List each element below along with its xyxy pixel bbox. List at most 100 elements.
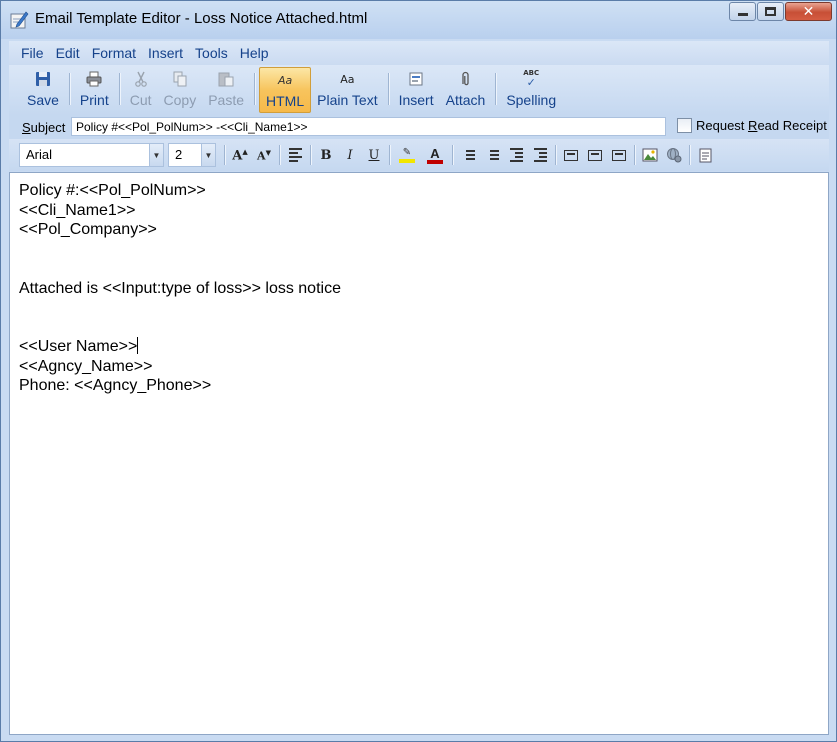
decrease-indent-icon [509, 148, 523, 162]
toolbar-separator [387, 73, 389, 105]
html-mode-button[interactable]: Aa HTML [259, 67, 312, 113]
read-receipt-label-pre: Request [696, 118, 749, 133]
numbered-list-icon [462, 150, 475, 160]
shrink-font-button[interactable]: A▼ [253, 144, 275, 166]
paste-label: Paste [208, 92, 245, 108]
dropdown-arrow-icon[interactable]: ▼ [201, 144, 215, 166]
attach-label: Attach [445, 92, 486, 108]
menu-file[interactable]: File [9, 41, 50, 65]
toolbar-separator [495, 73, 497, 105]
format-separator [389, 145, 390, 165]
minimize-button[interactable] [729, 2, 756, 21]
document-source-icon [699, 148, 711, 162]
subject-label-accesskey: S [22, 120, 31, 135]
floppy-disk-icon [35, 72, 50, 86]
cut-button[interactable]: Cut [124, 67, 158, 113]
font-size-select[interactable]: 2 ▼ [168, 143, 216, 167]
body-line: <<User Name>> [19, 338, 138, 355]
align-center-icon [588, 149, 602, 161]
insert-field-icon [409, 72, 423, 86]
scissors-icon [134, 71, 147, 87]
toolbar-separator [118, 73, 120, 105]
save-label: Save [27, 92, 59, 108]
highlight-color-swatch [399, 159, 415, 163]
message-body-editor[interactable]: Policy #:<<Pol_PolNum>> <<Cli_Name1>> <<… [9, 172, 829, 735]
format-separator [224, 145, 225, 165]
read-receipt-checkbox[interactable] [677, 118, 692, 133]
source-view-button[interactable] [694, 144, 716, 166]
image-icon [642, 148, 658, 162]
maximize-button[interactable] [757, 2, 784, 21]
body-line [19, 318, 819, 338]
insert-label: Insert [398, 92, 434, 108]
plain-text-mode-button[interactable]: Aa Plain Text [311, 67, 383, 113]
insert-image-button[interactable] [639, 144, 661, 166]
menu-help[interactable]: Help [234, 41, 275, 65]
close-icon: ✕ [802, 3, 815, 20]
copy-icon [173, 71, 187, 87]
highlighter-icon: ✎ [402, 147, 412, 158]
align-right-button[interactable] [608, 144, 630, 166]
cut-label: Cut [129, 92, 152, 108]
font-name-select[interactable]: Arial ▼ [19, 143, 164, 167]
insert-button[interactable]: Insert [393, 67, 440, 113]
print-button[interactable]: Print [74, 67, 115, 113]
print-label: Print [79, 92, 109, 108]
font-color-button[interactable]: A [422, 144, 448, 166]
highlight-color-button[interactable]: ✎ [394, 144, 420, 166]
copy-button[interactable]: Copy [158, 67, 203, 113]
font-color-icon: A [430, 145, 440, 161]
email-template-editor-window: Email Template Editor - Loss Notice Atta… [0, 0, 837, 742]
paragraph-style-button[interactable] [284, 144, 306, 166]
align-left-icon [564, 149, 578, 161]
copy-label: Copy [163, 92, 197, 108]
body-line [19, 298, 819, 318]
bulleted-list-button[interactable] [481, 144, 503, 166]
underline-button[interactable]: U [363, 144, 385, 166]
align-left-button[interactable] [560, 144, 582, 166]
format-separator [452, 145, 453, 165]
html-format-icon: Aa [277, 73, 293, 87]
increase-indent-button[interactable] [529, 144, 551, 166]
grow-font-button[interactable]: A▲ [229, 144, 251, 166]
align-center-button[interactable] [584, 144, 606, 166]
menu-format[interactable]: Format [86, 41, 142, 65]
italic-button[interactable]: I [339, 144, 361, 166]
paperclip-icon [462, 71, 470, 86]
numbered-list-button[interactable] [457, 144, 479, 166]
read-receipt-label-post: ead Receipt [757, 118, 827, 133]
font-color-swatch [427, 159, 443, 164]
close-button[interactable]: ✕ [785, 2, 832, 21]
decrease-indent-button[interactable] [505, 144, 527, 166]
menu-edit[interactable]: Edit [50, 41, 86, 65]
dropdown-arrow-icon[interactable]: ▼ [149, 144, 163, 166]
attach-button[interactable]: Attach [440, 67, 492, 113]
plain-text-label: Plain Text [317, 92, 378, 108]
menu-insert[interactable]: Insert [142, 41, 189, 65]
body-line: Policy #:<<Pol_PolNum>> [19, 182, 206, 199]
request-read-receipt-option[interactable]: Request Read Receipt [677, 118, 827, 133]
subject-label: Subject [22, 120, 65, 135]
toolbar-separator [68, 73, 70, 105]
font-name-value: Arial [26, 147, 53, 162]
menu-tools[interactable]: Tools [189, 41, 234, 65]
spelling-button[interactable]: ABC ✓ Spelling [500, 67, 562, 113]
subject-input[interactable]: Policy #<<Pol_PolNum>> -<<Cli_Name1>> [71, 117, 666, 136]
paste-button[interactable]: Paste [202, 67, 250, 113]
shrink-font-icon: A▼ [257, 147, 271, 163]
menu-bar: File Edit Format Insert Tools Help [9, 41, 829, 65]
format-separator [279, 145, 280, 165]
minimize-icon [737, 13, 748, 16]
text-cursor [137, 337, 139, 354]
format-separator [634, 145, 635, 165]
clipboard-paste-icon [218, 72, 234, 87]
insert-link-button[interactable] [663, 144, 685, 166]
bold-button[interactable]: B [315, 144, 337, 166]
toolbar-separator [254, 73, 256, 105]
paragraph-style-icon [288, 148, 302, 162]
save-button[interactable]: Save [21, 67, 65, 113]
plain-text-format-icon: Aa [340, 72, 355, 86]
title-bar[interactable]: Email Template Editor - Loss Notice Atta… [1, 1, 836, 39]
body-line: <<Cli_Name1>> [19, 201, 136, 219]
formatting-toolbar: Arial ▼ 2 ▼ A▲ A▼ B I U ✎ A [9, 139, 829, 171]
